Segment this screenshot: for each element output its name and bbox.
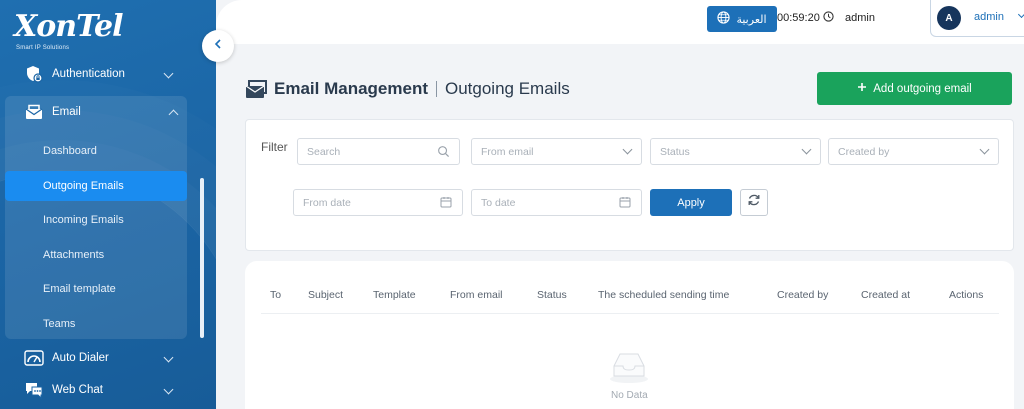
title-divider bbox=[436, 81, 437, 97]
language-label: العربية bbox=[736, 13, 767, 26]
sidebar-nav-top: Authentication bbox=[0, 58, 200, 90]
sidebar-group-email: Email Dashboard Outgoing Emails Incoming… bbox=[5, 96, 187, 339]
column-header-created-by[interactable]: Created by bbox=[777, 289, 828, 301]
page-title: Email Management bbox=[274, 79, 428, 98]
column-header-from-email[interactable]: From email bbox=[450, 289, 503, 301]
email-submenu: Dashboard Outgoing Emails Incoming Email… bbox=[5, 134, 187, 341]
chevron-down-icon bbox=[801, 144, 812, 155]
column-header-template[interactable]: Template bbox=[373, 289, 416, 301]
sidebar-item-authentication[interactable]: Authentication bbox=[0, 58, 200, 90]
chat-icon bbox=[24, 380, 44, 400]
logo-text: XonTel bbox=[14, 9, 123, 44]
sidebar-subitem-email-template[interactable]: Email template bbox=[5, 272, 187, 307]
chevron-down-icon bbox=[622, 144, 633, 155]
sidebar-subitem-attachments[interactable]: Attachments bbox=[5, 238, 187, 273]
sidebar-item-auto-dialer[interactable]: Auto Dialer bbox=[0, 342, 200, 374]
apply-button[interactable]: Apply bbox=[650, 189, 732, 216]
sidebar-item-label: Web Chat bbox=[52, 384, 103, 396]
gauge-icon bbox=[24, 348, 44, 368]
chevron-down-icon bbox=[163, 384, 174, 395]
shield-icon bbox=[24, 64, 44, 84]
globe-icon bbox=[717, 11, 731, 27]
calendar-icon bbox=[440, 196, 454, 210]
from-date-picker[interactable]: From date bbox=[293, 189, 463, 216]
chevron-down-icon bbox=[163, 68, 174, 79]
sidebar-subitem-outgoing-emails[interactable]: Outgoing Emails bbox=[5, 170, 187, 201]
to-date-placeholder: To date bbox=[481, 196, 516, 209]
logo-tagline: Smart IP Solutions bbox=[16, 45, 70, 51]
sidebar-subitem-dashboard[interactable]: Dashboard bbox=[5, 134, 187, 169]
sidebar-scrollbar[interactable] bbox=[200, 178, 204, 338]
chevron-down-icon bbox=[163, 352, 174, 363]
sidebar-nav-bottom: Auto Dialer Web Chat bbox=[0, 342, 200, 406]
sidebar-item-web-chat[interactable]: Web Chat bbox=[0, 374, 200, 406]
column-header-actions: Actions bbox=[949, 289, 984, 301]
chevron-down-icon bbox=[979, 144, 990, 155]
table-header-divider bbox=[261, 313, 999, 314]
sidebar-subitem-incoming-emails[interactable]: Incoming Emails bbox=[5, 203, 187, 238]
status-select[interactable]: Status bbox=[650, 138, 821, 165]
page-heading: Email Management Outgoing Emails bbox=[245, 76, 570, 102]
sidebar-item-email[interactable]: Email bbox=[5, 96, 187, 128]
emails-table: To Subject Template From email Status Th… bbox=[245, 261, 1014, 409]
created-by-select[interactable]: Created by bbox=[828, 138, 999, 165]
chevron-down-icon bbox=[1017, 10, 1024, 19]
column-header-scheduled-time[interactable]: The scheduled sending time bbox=[598, 289, 729, 301]
page-subtitle: Outgoing Emails bbox=[445, 79, 570, 98]
sidebar-item-label: Auto Dialer bbox=[52, 352, 109, 364]
empty-state-text: No Data bbox=[611, 390, 648, 401]
search-icon bbox=[437, 145, 451, 159]
timer-value: 00:59:20 bbox=[777, 12, 820, 24]
search-placeholder: Search bbox=[307, 145, 341, 158]
filter-panel: Filter Search From email Status Created … bbox=[245, 119, 1014, 251]
refresh-button[interactable] bbox=[740, 189, 768, 216]
clock-icon bbox=[823, 11, 834, 25]
created-by-placeholder: Created by bbox=[838, 145, 890, 158]
add-button-label: Add outgoing email bbox=[873, 82, 972, 95]
filter-label: Filter bbox=[261, 140, 288, 154]
to-date-picker[interactable]: To date bbox=[471, 189, 642, 216]
from-date-placeholder: From date bbox=[303, 196, 351, 209]
column-header-subject[interactable]: Subject bbox=[308, 289, 343, 301]
calendar-icon bbox=[619, 196, 633, 210]
chevron-left-icon bbox=[212, 37, 224, 55]
sidebar: XonTel Smart IP Solutions Authentication… bbox=[0, 0, 216, 409]
plus-icon bbox=[857, 82, 867, 95]
column-header-created-at[interactable]: Created at bbox=[861, 289, 910, 301]
sidebar-item-label: Email bbox=[52, 106, 81, 118]
avatar: A bbox=[937, 6, 961, 30]
search-input[interactable]: Search bbox=[297, 138, 460, 165]
brand-logo[interactable]: XonTel Smart IP Solutions bbox=[14, 12, 124, 56]
user-name: admin bbox=[974, 11, 1004, 23]
status-placeholder: Status bbox=[660, 145, 690, 158]
from-email-placeholder: From email bbox=[481, 145, 534, 158]
sidebar-subitem-teams[interactable]: Teams bbox=[5, 307, 187, 342]
column-header-to[interactable]: To bbox=[270, 289, 281, 301]
refresh-icon bbox=[747, 193, 761, 212]
top-header: العربية 00:59:20 admin A admin bbox=[216, 0, 1024, 44]
add-outgoing-email-button[interactable]: Add outgoing email bbox=[817, 72, 1012, 105]
email-icon bbox=[24, 102, 44, 122]
from-email-select[interactable]: From email bbox=[471, 138, 642, 165]
sidebar-item-label: Authentication bbox=[52, 68, 125, 80]
collapse-sidebar-button[interactable] bbox=[202, 30, 234, 62]
column-header-status[interactable]: Status bbox=[537, 289, 567, 301]
session-timer: 00:59:20 bbox=[777, 11, 834, 25]
empty-inbox-icon bbox=[608, 348, 650, 384]
chevron-up-icon bbox=[168, 109, 179, 120]
admin-label: admin bbox=[845, 12, 875, 24]
email-icon bbox=[245, 79, 267, 99]
user-menu[interactable]: A admin bbox=[930, 0, 1024, 37]
language-button[interactable]: العربية bbox=[707, 6, 777, 32]
